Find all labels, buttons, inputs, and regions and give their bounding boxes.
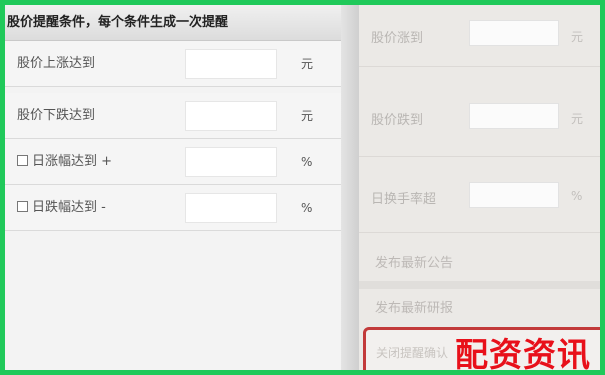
right-separator [359,281,600,289]
right-price-down-unit: 元 [571,112,584,126]
price-fall-input[interactable] [185,101,277,131]
right-price-down-input[interactable] [469,103,559,129]
daily-gain-unit: % [301,155,313,169]
price-rise-input[interactable] [185,49,277,79]
right-settings-panel: 股价涨到 元 股价跌到 元 日换手率超 % 发布最新公告 发布最新研报 关闭提醒… [359,5,600,370]
daily-loss-unit: % [301,201,313,215]
right-price-up-input[interactable] [469,20,559,46]
daily-loss-row: 日跌幅达到 - % [5,185,341,231]
daily-loss-input[interactable] [185,193,277,223]
daily-gain-label-wrap: 日涨幅达到 + [17,139,112,185]
daily-gain-row: 日涨幅达到 + % [5,139,341,185]
panel-header: 股价提醒条件，每个条件生成一次提醒 [5,5,341,41]
right-turnover-input[interactable] [469,182,559,208]
daily-loss-checkbox[interactable] [17,201,28,212]
price-rise-label: 股价上涨达到 [17,56,96,71]
price-fall-label: 股价下跌达到 [17,108,96,123]
watermark-text: 配资资讯 [455,335,591,374]
daily-gain-checkbox[interactable] [17,155,28,166]
panel-divider [341,5,359,370]
price-rise-row: 股价上涨达到 元 [5,41,341,87]
right-turnover-unit: % [571,189,583,203]
highlighted-option-label: 关闭提醒确认 [376,346,449,360]
alert-conditions-panel: 股价提醒条件，每个条件生成一次提醒 股价上涨达到 元 股价下跌达到 元 日涨幅达… [5,5,341,370]
announcement-link[interactable]: 发布最新公告 [375,252,453,271]
price-fall-row: 股价下跌达到 元 [5,93,341,139]
right-row-price-up: 股价涨到 元 [359,5,600,67]
daily-gain-label: 日涨幅达到 + [32,154,113,169]
daily-loss-label: 日跌幅达到 - [32,200,106,215]
right-row-price-down: 股价跌到 元 [359,67,600,157]
screenshot-frame: 股价提醒条件，每个条件生成一次提醒 股价上涨达到 元 股价下跌达到 元 日涨幅达… [0,0,605,375]
daily-loss-label-wrap: 日跌幅达到 - [17,185,106,231]
right-price-up-label: 股价涨到 [371,31,424,46]
price-rise-unit: 元 [301,57,314,71]
right-price-down-label: 股价跌到 [371,113,424,128]
right-price-up-unit: 元 [571,30,584,44]
research-report-link[interactable]: 发布最新研报 [375,297,453,316]
daily-gain-input[interactable] [185,147,277,177]
price-fall-unit: 元 [301,109,314,123]
right-turnover-label: 日换手率超 [371,192,437,207]
right-row-turnover: 日换手率超 % [359,157,600,233]
